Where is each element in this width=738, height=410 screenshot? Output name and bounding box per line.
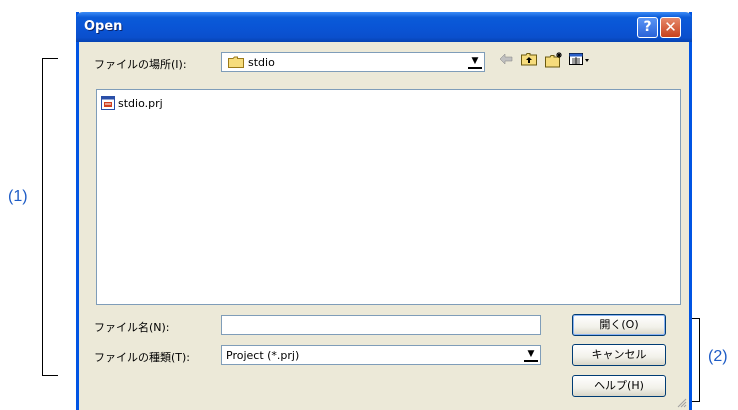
callout-label-2: (2) bbox=[708, 348, 728, 365]
callout-label-1: (1) bbox=[8, 188, 28, 205]
close-icon: ✕ bbox=[664, 18, 677, 36]
resize-grip-icon[interactable] bbox=[677, 398, 687, 408]
filename-input[interactable] bbox=[221, 315, 541, 335]
callout-bracket-left bbox=[42, 58, 58, 376]
file-name: stdio.prj bbox=[118, 96, 163, 110]
up-folder-icon[interactable] bbox=[521, 52, 537, 70]
cancel-button[interactable]: キャンセル bbox=[572, 344, 666, 366]
location-label: ファイルの場所(I): bbox=[94, 58, 187, 71]
filetype-value: Project (*.prj) bbox=[226, 349, 300, 362]
location-value: stdio bbox=[248, 56, 275, 69]
dialog-title: Open bbox=[84, 19, 123, 34]
help-title-button[interactable]: ? bbox=[637, 17, 658, 38]
help-button[interactable]: ヘルプ(H) bbox=[572, 375, 666, 397]
chevron-down-icon[interactable]: ▼ bbox=[468, 55, 482, 69]
close-button[interactable]: ✕ bbox=[660, 17, 681, 38]
filetype-combo[interactable]: Project (*.prj) ▼ bbox=[221, 345, 541, 365]
open-dialog: Open ? ✕ ファイルの場所(I): stdio ▼ stdio.prj フ… bbox=[76, 12, 692, 410]
open-button[interactable]: 開く(O) bbox=[572, 314, 666, 336]
location-combo[interactable]: stdio ▼ bbox=[221, 52, 485, 72]
file-list[interactable]: stdio.prj bbox=[96, 89, 681, 305]
filename-label: ファイル名(N): bbox=[94, 321, 170, 334]
back-arrow-icon[interactable] bbox=[499, 52, 513, 70]
question-icon: ? bbox=[643, 19, 652, 35]
view-menu-icon[interactable] bbox=[569, 52, 591, 70]
file-list-item[interactable]: stdio.prj bbox=[101, 95, 163, 111]
chevron-down-icon[interactable]: ▼ bbox=[524, 348, 538, 362]
title-bar[interactable]: Open ? ✕ bbox=[76, 12, 692, 42]
project-file-icon bbox=[101, 96, 115, 110]
folder-icon bbox=[228, 56, 244, 68]
page: (1) (2) Open ? ✕ ファイルの場所(I): stdio ▼ std… bbox=[0, 0, 738, 410]
new-folder-icon[interactable] bbox=[545, 52, 563, 70]
filetype-label: ファイルの種類(T): bbox=[94, 351, 191, 364]
